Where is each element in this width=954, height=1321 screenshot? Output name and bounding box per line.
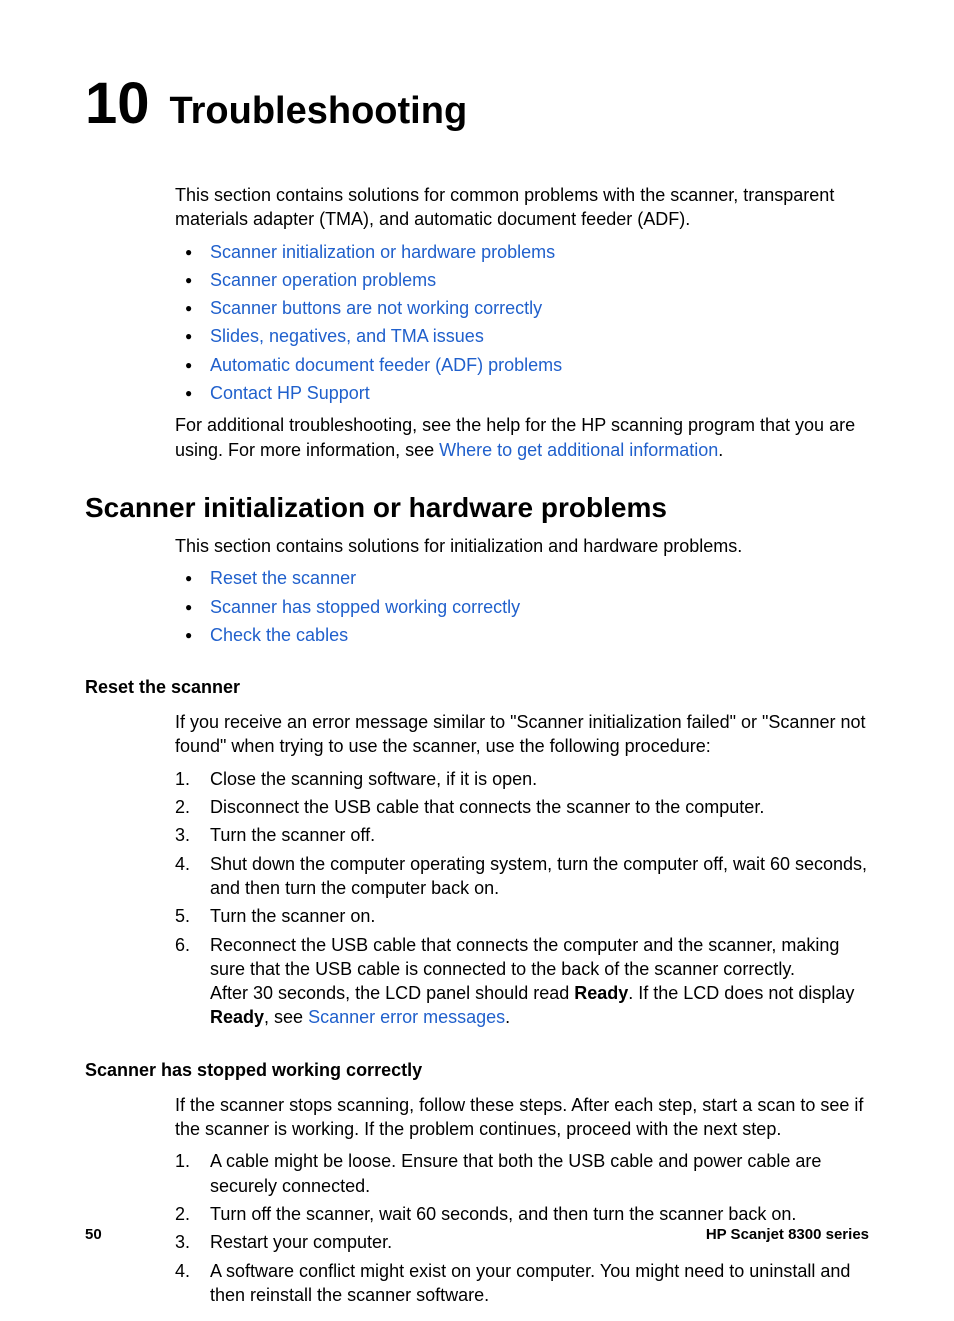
- chapter-number: 10: [85, 75, 150, 133]
- link-scanner-init[interactable]: Scanner initialization or hardware probl…: [210, 242, 555, 262]
- post-list-paragraph: For additional troubleshooting, see the …: [175, 413, 869, 462]
- subsection-stopped-title: Scanner has stopped working correctly: [85, 1060, 869, 1081]
- link-additional-info[interactable]: Where to get additional information: [439, 440, 718, 460]
- link-contact-support[interactable]: Contact HP Support: [210, 383, 370, 403]
- stopped-step-1: A cable might be loose. Ensure that both…: [175, 1149, 869, 1198]
- sub1-intro: If you receive an error message similar …: [175, 710, 869, 759]
- reset-step-3: Turn the scanner off.: [175, 823, 869, 847]
- link-scanner-operation[interactable]: Scanner operation problems: [210, 270, 436, 290]
- chapter-header: 10 Troubleshooting: [85, 75, 869, 133]
- reset-step-6: Reconnect the USB cable that connects th…: [175, 933, 869, 1030]
- link-check-cables[interactable]: Check the cables: [210, 625, 348, 645]
- intro-paragraph: This section contains solutions for comm…: [175, 183, 869, 232]
- page-number: 50: [85, 1226, 102, 1243]
- section-scanner-init-title: Scanner initialization or hardware probl…: [85, 492, 869, 524]
- reset-step-1: Close the scanning software, if it is op…: [175, 767, 869, 791]
- product-name: HP Scanjet 8300 series: [706, 1226, 869, 1243]
- link-adf-problems[interactable]: Automatic document feeder (ADF) problems: [210, 355, 562, 375]
- link-reset-scanner[interactable]: Reset the scanner: [210, 568, 356, 588]
- reset-step-4: Shut down the computer operating system,…: [175, 852, 869, 901]
- stopped-step-4: A software conflict might exist on your …: [175, 1259, 869, 1308]
- stopped-step-2: Turn off the scanner, wait 60 seconds, a…: [175, 1202, 869, 1226]
- link-slides-tma[interactable]: Slides, negatives, and TMA issues: [210, 326, 484, 346]
- reset-step-2: Disconnect the USB cable that connects t…: [175, 795, 869, 819]
- sub2-intro: If the scanner stops scanning, follow th…: [175, 1093, 869, 1142]
- subsection-reset-title: Reset the scanner: [85, 677, 869, 698]
- page-footer: 50 HP Scanjet 8300 series: [85, 1226, 869, 1243]
- chapter-title: Troubleshooting: [170, 92, 468, 130]
- top-link-list: Scanner initialization or hardware probl…: [175, 240, 869, 406]
- link-error-messages[interactable]: Scanner error messages: [308, 1007, 505, 1027]
- section1-link-list: Reset the scanner Scanner has stopped wo…: [175, 566, 869, 647]
- section1-intro: This section contains solutions for init…: [175, 534, 869, 558]
- link-scanner-buttons[interactable]: Scanner buttons are not working correctl…: [210, 298, 542, 318]
- reset-steps-list: Close the scanning software, if it is op…: [175, 767, 869, 1030]
- link-stopped-working[interactable]: Scanner has stopped working correctly: [210, 597, 520, 617]
- reset-step-5: Turn the scanner on.: [175, 904, 869, 928]
